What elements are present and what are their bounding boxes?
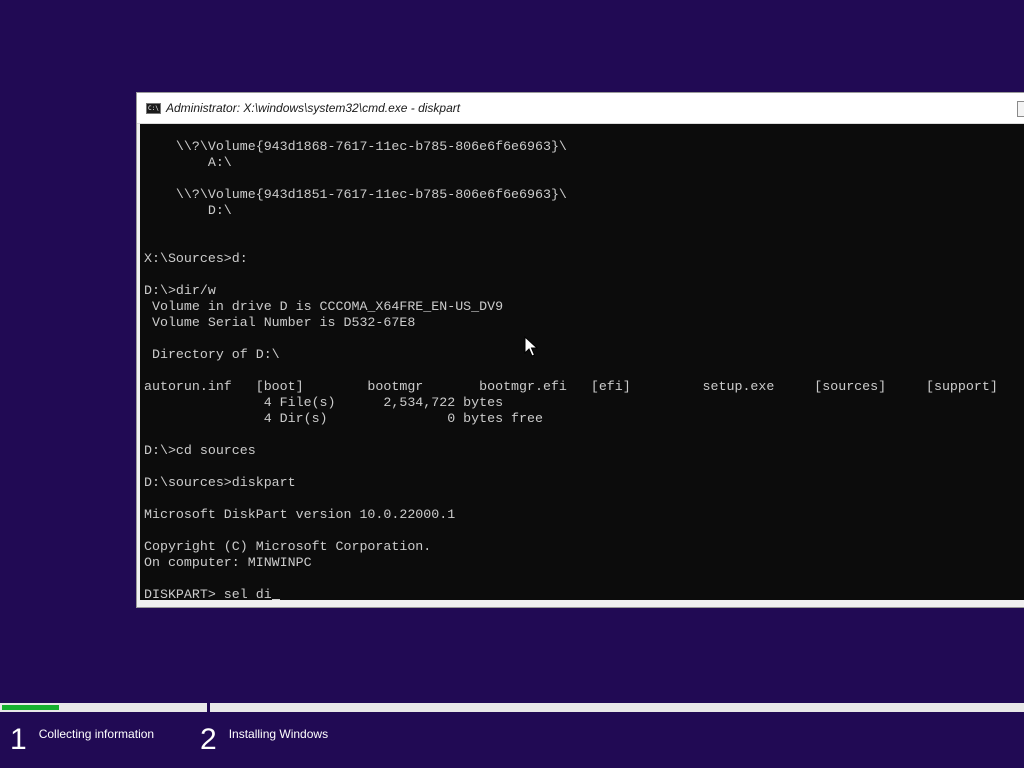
console-line: A:\	[144, 155, 232, 170]
command-input-line[interactable]: DISKPART> sel di	[144, 587, 998, 600]
progress-fill	[2, 705, 59, 710]
console-line: Copyright (C) Microsoft Corporation.	[144, 539, 432, 554]
step-number: 1	[10, 723, 27, 756]
console-line: Volume Serial Number is D532-67E8	[144, 315, 416, 330]
console-line: D:\sources>diskpart	[144, 475, 296, 490]
console-line: autorun.inf [boot] bootmgr bootmgr.efi […	[144, 379, 998, 394]
cmd-icon: C:\	[146, 102, 161, 114]
console-line: X:\Sources>d:	[144, 251, 248, 266]
cmd-window[interactable]: C:\ Administrator: X:\windows\system32\c…	[136, 92, 1024, 608]
step-number: 2	[200, 723, 217, 756]
title-bar[interactable]: C:\ Administrator: X:\windows\system32\c…	[137, 93, 1024, 124]
console-line: D:\>cd sources	[144, 443, 256, 458]
console-line: On computer: MINWINPC	[144, 555, 312, 570]
command-input[interactable]: sel di	[224, 587, 272, 600]
diskpart-prompt: DISKPART>	[144, 587, 224, 600]
mouse-pointer-icon	[524, 336, 538, 357]
text-cursor	[271, 599, 280, 600]
console-lines: \\?\Volume{943d1868-7617-11ec-b785-806e6…	[144, 139, 998, 600]
console-line: \\?\Volume{943d1851-7617-11ec-b785-806e6…	[144, 187, 567, 202]
console-line: Microsoft DiskPart version 10.0.22000.1	[144, 507, 456, 522]
console-line: 4 Dir(s) 0 bytes free	[144, 411, 543, 426]
step-label: Installing Windows	[228, 727, 329, 741]
console-line: Volume in drive D is CCCOMA_X64FRE_EN-US…	[144, 299, 504, 314]
console-line: D:\>dir/w	[144, 283, 216, 298]
step-label: Collecting information	[38, 727, 155, 741]
window-control-button[interactable]	[1017, 101, 1024, 117]
console-line: 4 File(s) 2,534,722 bytes	[144, 395, 504, 410]
step-installing-windows: 2 Installing Windows	[200, 720, 328, 760]
console-line: \\?\Volume{943d1868-7617-11ec-b785-806e6…	[144, 139, 567, 154]
setup-progress-bar	[0, 703, 1024, 712]
window-title: Administrator: X:\windows\system32\cmd.e…	[166, 101, 461, 115]
progress-divider	[207, 703, 210, 712]
console-line: D:\	[144, 203, 232, 218]
console-output[interactable]: \\?\Volume{943d1868-7617-11ec-b785-806e6…	[140, 124, 1024, 600]
step-collecting-information: 1 Collecting information	[10, 720, 154, 760]
console-line: Directory of D:\	[144, 347, 280, 362]
setup-background: C:\ Administrator: X:\windows\system32\c…	[0, 0, 1024, 768]
progress-segment-collecting	[0, 703, 206, 712]
